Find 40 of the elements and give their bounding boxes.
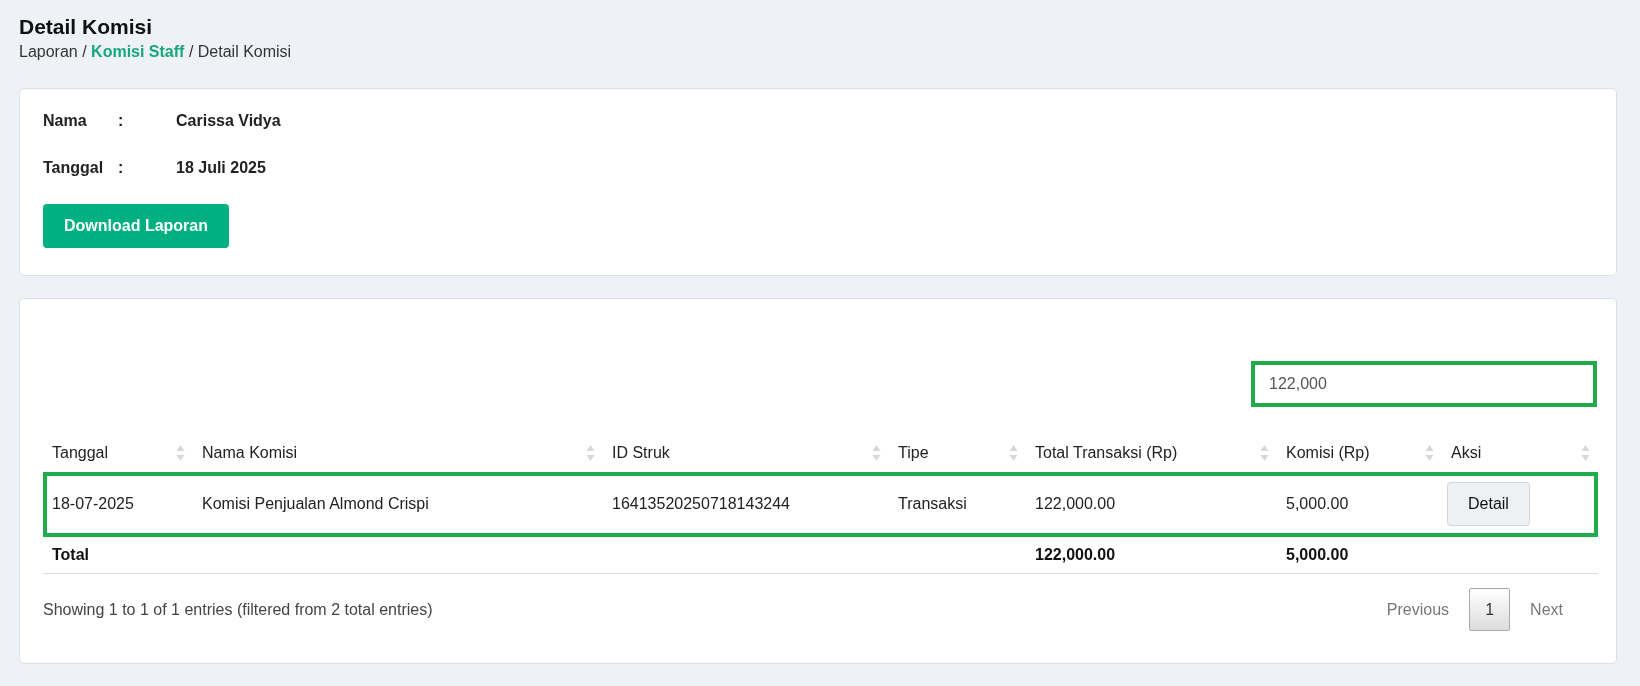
column-header[interactable]: Tipe bbox=[898, 444, 929, 462]
page-title: Detail Komisi bbox=[19, 14, 154, 40]
breadcrumb-item: / bbox=[188, 43, 194, 60]
total-value: 5,000.00 bbox=[1286, 546, 1349, 563]
breadcrumb-item: / bbox=[82, 43, 87, 60]
previous-link[interactable]: Previous bbox=[1366, 600, 1470, 619]
column-header[interactable]: ID Struk bbox=[612, 444, 670, 462]
field-label: Tanggal bbox=[43, 158, 105, 178]
field-label: Nama bbox=[43, 111, 88, 131]
column-header[interactable]: Komisi (Rp) bbox=[1286, 444, 1370, 462]
column-header[interactable]: Total Transaksi (Rp) bbox=[1035, 444, 1178, 462]
table-cell: 122,000.00 bbox=[1035, 495, 1116, 512]
sort-icon[interactable] bbox=[872, 444, 881, 462]
total-label: Total bbox=[52, 546, 90, 563]
field-separator: : bbox=[118, 111, 124, 131]
sort-icon[interactable] bbox=[1009, 444, 1018, 462]
sort-icon[interactable] bbox=[176, 444, 185, 462]
sort-icon[interactable] bbox=[1260, 444, 1269, 462]
sort-icon[interactable] bbox=[1425, 444, 1434, 462]
page-button[interactable]: 1 bbox=[1469, 588, 1511, 631]
next-link[interactable]: Next bbox=[1510, 600, 1583, 619]
table-cell: 5,000.00 bbox=[1286, 495, 1349, 512]
total-value: 122,000.00 bbox=[1035, 546, 1116, 563]
search-field[interactable]: 122,000 bbox=[1251, 361, 1597, 407]
breadcrumb-item: Laporan bbox=[19, 43, 78, 60]
table-cell: 18-07-2025 bbox=[52, 495, 134, 512]
column-header[interactable]: Aksi bbox=[1451, 444, 1482, 462]
detail-button[interactable]: Detail bbox=[1447, 482, 1530, 526]
field-separator: : bbox=[118, 158, 124, 178]
breadcrumb-item: Detail Komisi bbox=[197, 43, 292, 60]
column-header[interactable]: Tanggal bbox=[52, 444, 109, 462]
sort-icon[interactable] bbox=[586, 444, 595, 462]
table-cell: 16413520250718143244 bbox=[612, 495, 790, 512]
sort-icon[interactable] bbox=[1581, 444, 1590, 462]
field-value: Carissa Vidya bbox=[175, 111, 282, 131]
table-cell: Transaksi bbox=[898, 495, 967, 512]
table-cell: Komisi Penjualan Almond Crispi bbox=[202, 495, 429, 512]
column-header[interactable]: Nama Komisi bbox=[202, 444, 298, 462]
entries-info: Showing 1 to 1 of 1 entries (filtered from 2 total entries) bbox=[43, 600, 433, 619]
field-value: 18 Juli 2025 bbox=[175, 158, 267, 178]
